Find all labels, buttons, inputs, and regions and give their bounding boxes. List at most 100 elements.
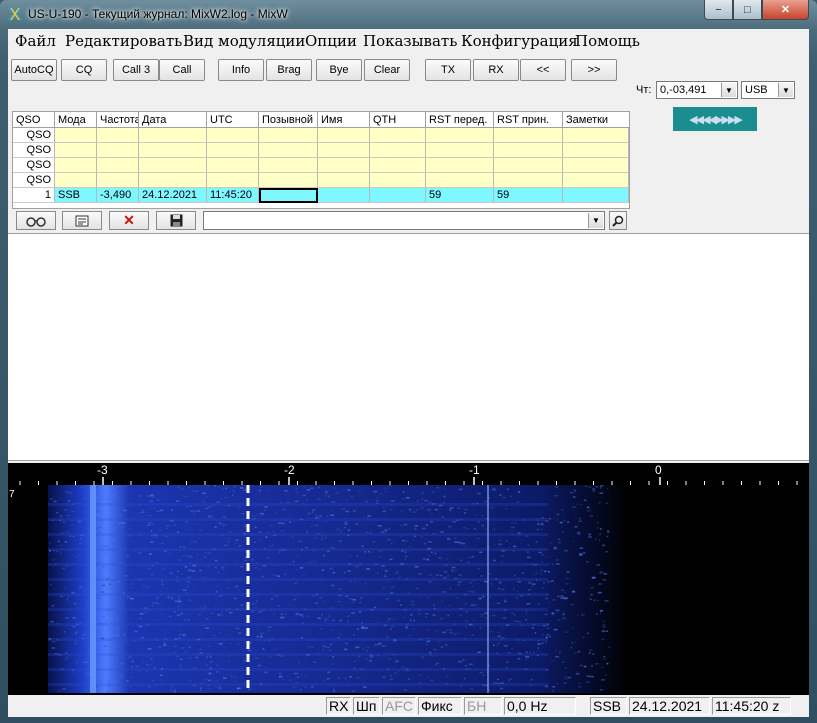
receive-text-area[interactable] [8, 233, 809, 461]
log-cell-mode[interactable] [55, 158, 97, 173]
status-rx[interactable]: RX [326, 697, 351, 715]
menu-mode[interactable]: Вид модуляции [183, 32, 305, 50]
col-header-qth[interactable]: QTH [370, 112, 426, 128]
log-cell-notes[interactable] [563, 143, 629, 158]
log-cell-date[interactable] [139, 128, 207, 143]
menu-file[interactable]: Файл [15, 32, 56, 50]
next-button[interactable]: >> [571, 59, 617, 81]
log-table[interactable]: QSO Мода Частота Дата UTC Позывной Имя Q… [12, 111, 630, 209]
delete-record-button[interactable]: ✕ [109, 211, 149, 230]
log-cell-qth[interactable] [370, 128, 426, 143]
log-cell-name[interactable] [318, 143, 370, 158]
log-cell-qso[interactable]: QSO [13, 158, 55, 173]
info-button[interactable]: Info [218, 59, 264, 81]
log-cell-utc[interactable]: 11:45:20 [207, 188, 259, 203]
cq-button[interactable]: CQ [61, 59, 107, 81]
col-header-rst-sent[interactable]: RST перед. [426, 112, 494, 128]
log-cell-rst-sent[interactable] [426, 158, 494, 173]
sideband-select[interactable]: USB ▼ [741, 81, 795, 99]
log-cell-call[interactable] [259, 128, 318, 143]
brag-button[interactable]: Brag [266, 59, 312, 81]
waterfall-display[interactable]: -3 -2 -1 0 7 [8, 463, 809, 697]
log-cell-mode[interactable]: SSB [55, 188, 97, 203]
col-header-rst-rcvd[interactable]: RST прин. [494, 112, 563, 128]
log-cell-rst-rcvd[interactable] [494, 128, 563, 143]
log-cell-notes[interactable] [563, 128, 629, 143]
log-cell-rst-sent[interactable] [426, 173, 494, 188]
col-header-mode[interactable]: Мода [55, 112, 97, 128]
menu-options[interactable]: Опции [305, 32, 357, 50]
title-bar[interactable]: US-U-190 - Текущий журнал: MixW2.log - M… [0, 0, 817, 28]
log-cell-mode[interactable] [55, 128, 97, 143]
log-cell-rst-rcvd[interactable] [494, 158, 563, 173]
log-cell-name[interactable] [318, 173, 370, 188]
menu-config[interactable]: Конфигурация [461, 32, 578, 50]
log-cell-qth[interactable] [370, 188, 426, 203]
frequency-select[interactable]: 0,-03,491 ▼ [656, 81, 738, 99]
log-cell-date[interactable] [139, 158, 207, 173]
log-cell-date[interactable] [139, 173, 207, 188]
col-header-call[interactable]: Позывной [259, 112, 318, 128]
log-cell-call[interactable] [259, 158, 318, 173]
log-cell-name[interactable] [318, 158, 370, 173]
log-cell-rst-sent[interactable] [426, 143, 494, 158]
clear-button[interactable]: Clear [364, 59, 410, 81]
log-cell-call[interactable] [259, 188, 318, 203]
menu-help[interactable]: Помощь [575, 32, 640, 50]
waterfall-spectrum[interactable] [8, 463, 809, 695]
maximize-button[interactable]: □ [733, 0, 762, 20]
col-header-freq[interactable]: Частота [97, 112, 139, 128]
search-button[interactable] [609, 211, 627, 230]
log-cell-mode[interactable] [55, 143, 97, 158]
log-cell-qso[interactable]: 1 [13, 188, 55, 203]
log-cell-qso[interactable]: QSO [13, 173, 55, 188]
log-cell-freq[interactable] [97, 143, 139, 158]
save-record-button[interactable] [156, 211, 196, 230]
col-header-name[interactable]: Имя [318, 112, 370, 128]
log-cell-notes[interactable] [563, 188, 629, 203]
status-mode[interactable]: SSB [590, 697, 627, 715]
status-afc[interactable]: AFC [382, 697, 416, 715]
log-cell-freq[interactable] [97, 158, 139, 173]
log-cell-name[interactable] [318, 188, 370, 203]
status-squelch[interactable]: Шп [353, 697, 380, 715]
col-header-utc[interactable]: UTC [207, 112, 259, 128]
status-fix[interactable]: Фикс [418, 697, 462, 715]
tx-button[interactable]: TX [425, 59, 471, 81]
rx-button[interactable]: RX [473, 59, 519, 81]
log-cell-date[interactable]: 24.12.2021 [139, 188, 207, 203]
log-cell-qso[interactable]: QSO [13, 143, 55, 158]
log-filter-combo[interactable]: ▼ [203, 211, 605, 230]
menu-view[interactable]: Показывать [363, 32, 457, 50]
edit-record-button[interactable] [62, 211, 102, 230]
log-cell-utc[interactable] [207, 128, 259, 143]
autocq-button[interactable]: AutoCQ [11, 59, 57, 81]
log-cell-utc[interactable] [207, 173, 259, 188]
log-cell-qth[interactable] [370, 158, 426, 173]
col-header-qso[interactable]: QSO [13, 112, 55, 128]
binoculars-button[interactable] [16, 211, 56, 230]
log-cell-qth[interactable] [370, 143, 426, 158]
tuning-arrows[interactable]: ◀◀◀◀▶▶▶▶ [673, 107, 757, 131]
log-cell-freq[interactable] [97, 173, 139, 188]
log-cell-notes[interactable] [563, 173, 629, 188]
log-cell-rst-sent[interactable] [426, 128, 494, 143]
log-cell-call[interactable] [259, 143, 318, 158]
menu-edit[interactable]: Редактировать [65, 32, 182, 50]
log-cell-rst-rcvd[interactable] [494, 143, 563, 158]
col-header-notes[interactable]: Заметки [563, 112, 629, 128]
log-cell-utc[interactable] [207, 158, 259, 173]
log-cell-rst-sent[interactable]: 59 [426, 188, 494, 203]
log-cell-qso[interactable]: QSO [13, 128, 55, 143]
log-cell-notes[interactable] [563, 158, 629, 173]
close-button[interactable]: ✕ [762, 0, 809, 20]
log-cell-date[interactable] [139, 143, 207, 158]
log-cell-name[interactable] [318, 128, 370, 143]
log-cell-freq[interactable]: -3,490 [97, 188, 139, 203]
col-header-date[interactable]: Дата [139, 112, 207, 128]
call3-button[interactable]: Call 3 [113, 59, 159, 81]
log-cell-utc[interactable] [207, 143, 259, 158]
log-cell-rst-rcvd[interactable]: 59 [494, 188, 563, 203]
minimize-button[interactable]: − [704, 0, 733, 20]
log-cell-rst-rcvd[interactable] [494, 173, 563, 188]
